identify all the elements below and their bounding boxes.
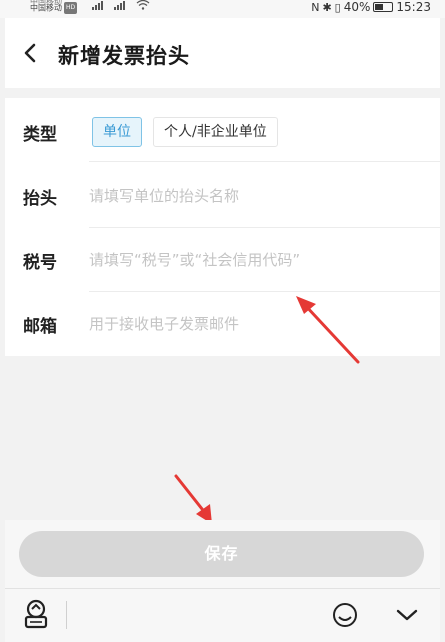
email-label: 邮箱 [23,317,57,337]
title-input[interactable] [89,182,419,210]
email-input[interactable] [89,310,419,338]
vibrate-icon: ▯ [334,0,341,14]
wifi-icon [136,0,150,10]
divider [89,161,440,162]
emoji-icon[interactable] [331,601,359,629]
status-bar: 中国移动 中国移动 HD N ✱ ▯ 40% 15:23 [0,0,445,18]
clock: 15:23 [396,0,431,14]
title-row: 抬头 [5,164,440,228]
title-label: 抬头 [23,189,57,209]
invoice-title-form: 类型 单位 个人/非企业单位 抬头 税号 邮箱 [5,98,440,356]
battery-percent: 40% [343,0,371,14]
keyboard-toggle-icon[interactable] [23,599,49,629]
keyboard-toolbar [5,588,440,642]
hd-badge: HD [64,2,78,14]
status-right: N ✱ ▯ 40% 15:23 [311,0,431,14]
page-title: 新增发票抬头 [58,44,190,68]
tax-number-input[interactable] [89,246,419,274]
bluetooth-icon: ✱ [322,0,332,14]
email-row: 邮箱 [5,292,440,356]
tax-row: 税号 [5,228,440,292]
chevron-left-icon[interactable] [21,42,41,64]
signal-icon [92,0,103,10]
carrier-info: 中国移动 中国移动 HD [30,0,78,15]
battery-icon [373,2,394,12]
tax-label: 税号 [23,253,57,273]
type-option-company[interactable]: 单位 [92,117,142,147]
save-button[interactable]: 保存 [19,531,424,577]
type-option-individual[interactable]: 个人/非企业单位 [153,117,278,147]
collapse-keyboard-icon[interactable] [395,603,419,625]
type-row: 类型 单位 个人/非企业单位 [5,98,440,162]
carrier-label-top: 中国移动 [30,0,62,6]
toolbar-divider [66,601,67,629]
footer-area: 保存 [5,520,440,588]
header: 新增发票抬头 [5,18,440,88]
signal-icon-2 [114,0,125,10]
nfc-icon: N [311,0,320,14]
type-label: 类型 [23,125,57,145]
